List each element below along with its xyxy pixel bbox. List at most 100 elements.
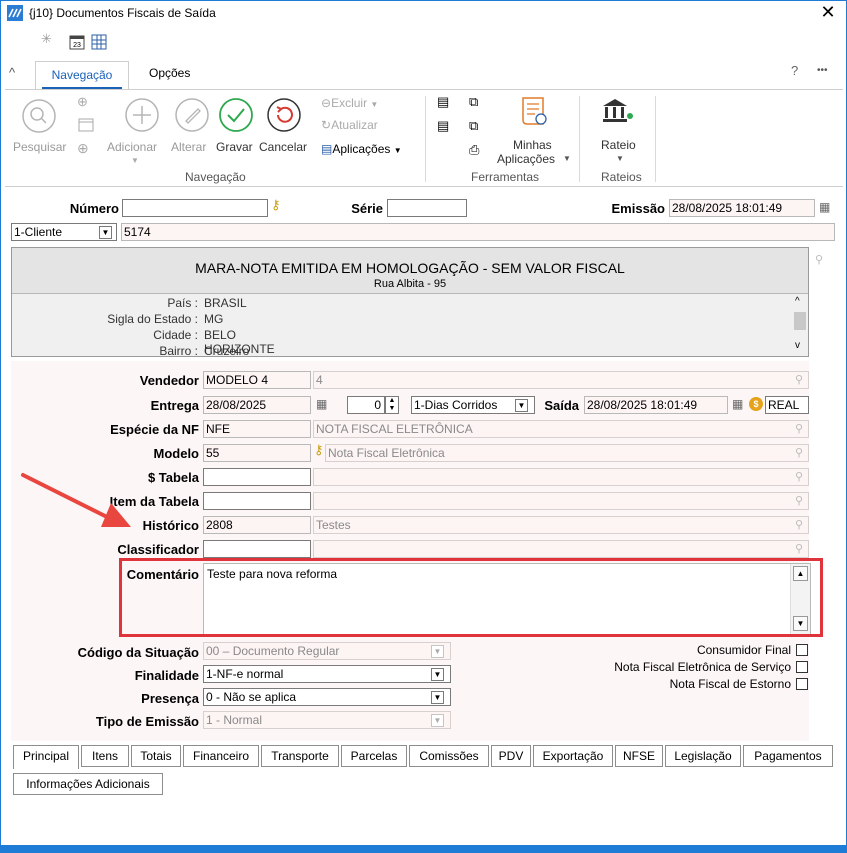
close-button[interactable]: ✕ [817,2,839,22]
finalidade-select[interactable]: 1-NF-e normal [203,665,451,683]
search-icon[interactable]: ⚲ [795,542,803,555]
collapse-icon[interactable]: ✳ [41,31,52,51]
tab-totais[interactable]: Totais [131,745,181,767]
info-value: BRASIL [204,296,247,310]
numero-input[interactable] [122,199,268,217]
tab-pagamentos[interactable]: Pagamentos [743,745,833,767]
chevron-down-icon[interactable]: ▼ [431,668,444,681]
tab-financeiro[interactable]: Financeiro [183,745,259,767]
excluir-button[interactable]: ⊖Excluir ▼ [321,96,378,110]
historico-code[interactable]: 2808 [203,516,311,534]
refresh-icon: ↻ [321,118,332,132]
search-icon[interactable]: ⚲ [795,518,803,531]
tab-principal[interactable]: Principal [13,745,79,769]
serie-input[interactable] [387,199,467,217]
tab-informacoes-adicionais[interactable]: Informações Adicionais [13,773,163,795]
nfse-checkbox[interactable] [796,661,808,673]
grid-icon[interactable] [91,34,107,50]
undo-icon[interactable] [265,96,303,134]
key-icon[interactable]: ⚷ [314,442,324,458]
tab-nfse[interactable]: NFSE [615,745,663,767]
modelo-code[interactable]: 55 [203,444,311,462]
tabela-code[interactable] [203,468,311,486]
more-icon[interactable]: ••• [817,65,828,76]
tab-itens[interactable]: Itens [81,745,129,767]
search-icon[interactable]: ⚲ [795,446,803,459]
cancelar-button[interactable]: Cancelar [259,140,307,154]
add-icon[interactable] [123,96,161,134]
coin-icon[interactable]: $ [749,397,763,411]
search-icon[interactable]: ⚲ [795,494,803,507]
serie-label: Série [351,201,383,216]
aplicacoes-button[interactable]: ▤Aplicações ▼ [321,142,402,156]
group-label-rateios: Rateios [601,170,642,184]
scroll-icon[interactable] [517,94,553,130]
consumidor-final-checkbox[interactable] [796,644,808,656]
window-icon[interactable] [78,118,94,132]
chevron-down-icon[interactable]: ▼ [431,691,444,704]
pesquisar-button[interactable] [19,96,59,136]
saida-field[interactable]: 28/08/2025 18:01:49 [584,396,728,414]
calendar-icon[interactable]: 23 [69,34,85,50]
up-arrow-icon[interactable]: ⊕ [77,140,89,157]
key-icon[interactable]: ⚷ [271,197,281,213]
scroll-down-icon[interactable]: v [795,340,800,351]
days-spinner[interactable]: ▲ ▼ [385,396,399,414]
tab-navegacao[interactable]: Navegação [35,61,129,89]
calendar-icon[interactable]: ▦ [732,397,743,411]
tabela-desc [313,468,809,486]
ribbon-separator [655,96,656,182]
minhas-aplicacoes-label-2[interactable]: Aplicações [497,152,555,166]
paste-icon[interactable]: ⧉ [469,118,478,134]
print-icon[interactable]: ⎙ [469,142,479,158]
scroll-up-icon[interactable]: ^ [795,296,800,307]
search-icon[interactable]: ⚲ [795,470,803,483]
chevron-down-icon[interactable]: ▼ [99,226,112,239]
search-icon[interactable]: ⚲ [795,422,803,435]
cliente-code-field[interactable]: 5174 [121,223,835,241]
search-icon[interactable]: ⚲ [795,373,803,386]
tab-opcoes[interactable]: Opções [149,66,190,80]
adicionar-button[interactable]: Adicionar [107,140,157,154]
search-icon[interactable]: ⚲ [815,253,823,266]
help-icon[interactable]: ? [791,63,798,78]
edit-icon[interactable] [173,96,211,134]
entrega-days[interactable]: 0 [347,396,385,414]
copy-icon[interactable]: ⧉ [469,94,478,110]
tab-pdv[interactable]: PDV [491,745,531,767]
moeda-field[interactable]: REAL [765,396,809,414]
scroll-thumb[interactable] [794,312,806,330]
entrega-date[interactable]: 28/08/2025 [203,396,311,414]
aplicacoes-label: Aplicações [332,142,391,156]
classificador-code[interactable] [203,540,311,558]
down-arrow-icon[interactable]: ⊕ [77,94,88,110]
tab-transporte[interactable]: Transporte [261,745,339,767]
info-value: MG [204,312,224,326]
calendar-icon[interactable]: ▦ [316,397,327,411]
tab-exportacao[interactable]: Exportação [533,745,613,767]
presenca-select[interactable]: 0 - Não se aplica [203,688,451,706]
atualizar-button[interactable]: ↻Atualizar [321,118,378,132]
alterar-button[interactable]: Alterar [171,140,206,154]
list-icon[interactable]: ▤ [437,118,449,134]
tab-comissoes[interactable]: Comissões [409,745,489,767]
chevron-up-icon[interactable]: ^ [9,65,15,80]
client-panel-scrollbar[interactable]: ^ v [792,296,808,356]
tab-parcelas[interactable]: Parcelas [341,745,407,767]
classificador-label: Classificador [117,542,199,557]
emissao-field[interactable]: 28/08/2025 18:01:49 [669,199,815,217]
gravar-button[interactable]: Gravar [216,140,253,154]
calendar-icon[interactable]: ▦ [819,200,830,214]
item-tabela-code[interactable] [203,492,311,510]
check-icon[interactable] [217,96,255,134]
minhas-aplicacoes-label-1[interactable]: Minhas [513,138,552,152]
tab-legislacao[interactable]: Legislação [665,745,741,767]
especie-code[interactable]: NFE [203,420,311,438]
bank-icon[interactable] [599,96,635,128]
title-bar: {j10} Documentos Fiscais de Saída ✕ [1,1,846,25]
vendedor-code[interactable]: MODELO 4 [203,371,311,389]
message-icon[interactable]: ▤ [437,94,449,110]
estorno-checkbox[interactable] [796,678,808,690]
chevron-down-icon[interactable]: ▼ [515,399,528,412]
rateio-button[interactable]: Rateio [601,138,636,152]
